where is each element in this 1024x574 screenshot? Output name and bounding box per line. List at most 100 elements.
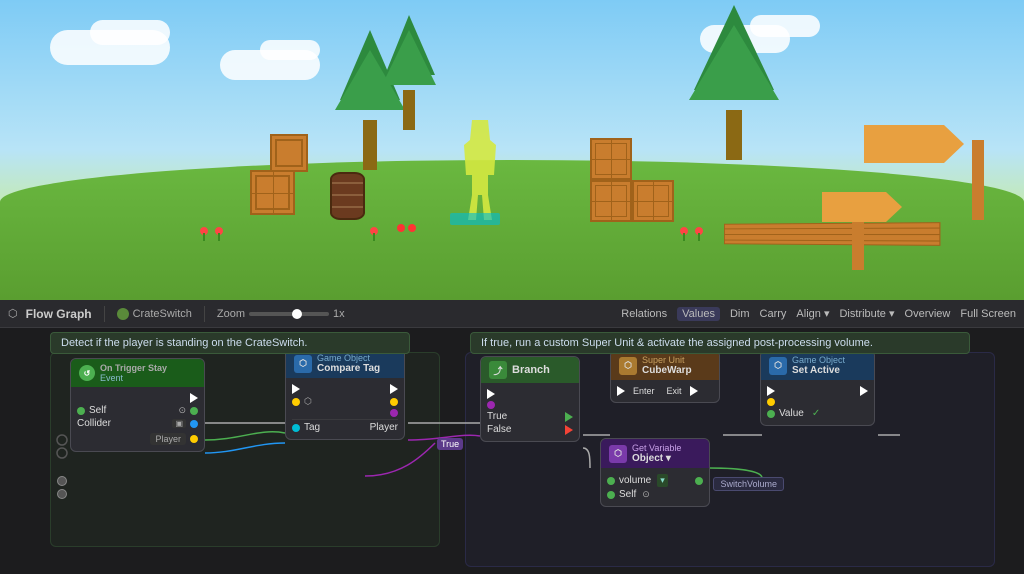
signpost bbox=[972, 140, 984, 220]
node-trigger-header: ↺ On Trigger Stay Event bbox=[71, 359, 204, 387]
zoom-control[interactable]: Zoom 1x bbox=[217, 308, 345, 320]
node-on-trigger-stay[interactable]: ↺ On Trigger Stay Event Self ⊙ bbox=[70, 358, 205, 452]
crate-1 bbox=[250, 170, 295, 215]
super-header-line1: Super Unit bbox=[642, 355, 692, 365]
super-icon: ⬡ bbox=[619, 357, 637, 375]
toolbar-divider-2 bbox=[204, 306, 205, 322]
flow-graph-icon: ⬡ bbox=[8, 307, 18, 320]
compare-header-line2: Compare Tag bbox=[317, 363, 380, 374]
setactive-flow-out[interactable] bbox=[860, 386, 868, 396]
getvar-header: ⬡ Get Variable Object ▾ bbox=[601, 439, 709, 468]
desc-banner-left: Detect if the player is standing on the … bbox=[50, 332, 410, 354]
node-get-variable[interactable]: ⬡ Get Variable Object ▾ SwitchVolume vol… bbox=[600, 438, 710, 507]
compare-gameobj-row: ⬡ bbox=[292, 396, 398, 407]
getvar-volume-out[interactable] bbox=[695, 477, 703, 485]
compare-flow-out[interactable] bbox=[390, 384, 398, 394]
overview-btn[interactable]: Overview bbox=[905, 308, 951, 320]
cloud bbox=[90, 20, 170, 45]
setactive-flow-row bbox=[767, 386, 868, 396]
setactive-checkmark[interactable]: ✓ bbox=[812, 408, 820, 419]
flow-graph-panel: ⬡ Flow Graph CrateSwitch Zoom 1x Relatio… bbox=[0, 300, 1024, 574]
compare-obj-label: ⬡ bbox=[304, 396, 312, 407]
crate-4 bbox=[590, 180, 632, 222]
compare-flow-in[interactable] bbox=[292, 384, 300, 394]
getvar-self-label: Self bbox=[619, 489, 636, 500]
carry-btn[interactable]: Carry bbox=[760, 308, 787, 320]
trigger-collider-out[interactable] bbox=[190, 420, 198, 428]
player-platform bbox=[450, 213, 500, 225]
super-header: ⬡ Super Unit CubeWarp bbox=[611, 351, 719, 380]
flower-8 bbox=[408, 224, 416, 232]
getvar-volume-in[interactable] bbox=[607, 477, 615, 485]
compare-tag-row: Tag Player bbox=[292, 422, 398, 433]
flow-graph-toolbar: ⬡ Flow Graph CrateSwitch Zoom 1x Relatio… bbox=[0, 300, 1024, 328]
trigger-self-row: Self ⊙ bbox=[77, 405, 198, 416]
setactive-icon: ⬡ bbox=[769, 357, 787, 375]
left-port-2[interactable] bbox=[57, 486, 67, 504]
flow-graph-title: Flow Graph bbox=[26, 307, 92, 321]
trigger-flow-row bbox=[77, 393, 198, 403]
align-btn[interactable]: Align ▾ bbox=[796, 307, 829, 320]
compare-tag-in[interactable] bbox=[292, 424, 300, 432]
compare-tag-label: Tag bbox=[304, 422, 320, 433]
flower-2 bbox=[215, 227, 223, 235]
branch-bool-in[interactable] bbox=[487, 401, 495, 409]
node-compare-tag[interactable]: ⬡ Game Object Compare Tag ⬡ bbox=[285, 348, 405, 440]
setactive-header-line1: Game Object bbox=[792, 355, 845, 365]
distribute-btn[interactable]: Distribute ▾ bbox=[839, 307, 894, 320]
getvar-volume-label: volume bbox=[619, 475, 651, 486]
trigger-player-port[interactable] bbox=[190, 435, 198, 443]
getvar-icon: ⬡ bbox=[609, 445, 627, 463]
node-branch[interactable]: ⤴ Branch True bbox=[480, 356, 580, 442]
trigger-self-port-in[interactable] bbox=[77, 407, 85, 415]
getvar-self-in[interactable] bbox=[607, 491, 615, 499]
branch-flow-in[interactable] bbox=[487, 389, 495, 399]
fullscreen-btn[interactable]: Full Screen bbox=[960, 308, 1016, 320]
super-body: Enter Exit bbox=[611, 380, 719, 402]
getvar-body: SwitchVolume volume ▾ Self ⊙ bbox=[601, 468, 709, 506]
dim-btn[interactable]: Dim bbox=[730, 308, 750, 320]
compare-obj-in[interactable] bbox=[292, 398, 300, 406]
crate-switch-icon bbox=[117, 308, 129, 320]
volume-dropdown[interactable]: ▾ bbox=[657, 474, 668, 487]
trigger-flow-out[interactable] bbox=[190, 393, 198, 403]
compare-obj-out[interactable] bbox=[390, 398, 398, 406]
getvar-volume-row: volume ▾ bbox=[607, 474, 703, 487]
cloud bbox=[260, 40, 320, 60]
desc-banner-right: If true, run a custom Super Unit & activ… bbox=[470, 332, 970, 354]
setactive-flow-in[interactable] bbox=[767, 386, 775, 396]
compare-separator bbox=[292, 419, 398, 420]
relations-btn[interactable]: Relations bbox=[621, 308, 667, 320]
breadcrumb[interactable]: CrateSwitch bbox=[117, 308, 192, 320]
zoom-slider[interactable] bbox=[249, 312, 329, 316]
node-set-active[interactable]: ⬡ Game Object Set Active bbox=[760, 350, 875, 426]
toolbar-right-actions: Relations Values Dim Carry Align ▾ Distr… bbox=[621, 307, 1016, 321]
setactive-header: ⬡ Game Object Set Active bbox=[761, 351, 874, 380]
graph-area: Detect if the player is standing on the … bbox=[0, 328, 1024, 574]
trigger-self-label: Self bbox=[89, 405, 106, 416]
zoom-knob[interactable] bbox=[292, 309, 302, 319]
compare-bool-out[interactable] bbox=[390, 409, 398, 417]
zoom-value: 1x bbox=[333, 308, 345, 320]
setactive-obj-in[interactable] bbox=[767, 398, 775, 406]
tree-far-right bbox=[684, 0, 784, 160]
compare-body: ⬡ Tag Player bbox=[286, 378, 404, 439]
branch-true-out[interactable] bbox=[565, 412, 573, 422]
trigger-body: Self ⊙ Collider ▣ Player bbox=[71, 387, 204, 451]
trigger-collider-label: Collider bbox=[77, 418, 168, 429]
branch-true-label: True bbox=[487, 411, 561, 422]
node-super-unit[interactable]: ⬡ Super Unit CubeWarp Enter Exit bbox=[610, 350, 720, 403]
trigger-self-port-out[interactable] bbox=[190, 407, 198, 415]
branch-false-out[interactable] bbox=[565, 425, 573, 435]
super-exit-out[interactable] bbox=[690, 386, 698, 396]
branch-false-label: False bbox=[487, 424, 561, 435]
super-header-line2: CubeWarp bbox=[642, 365, 692, 376]
crate-2 bbox=[270, 134, 308, 172]
setactive-header-line2: Set Active bbox=[792, 365, 845, 376]
trigger-category: Event bbox=[100, 373, 167, 383]
values-btn[interactable]: Values bbox=[677, 307, 720, 321]
setactive-value-in[interactable] bbox=[767, 410, 775, 418]
super-enter-in[interactable] bbox=[617, 386, 625, 396]
toolbar-divider bbox=[104, 306, 105, 322]
getvar-self-icon: ⊙ bbox=[642, 489, 650, 500]
